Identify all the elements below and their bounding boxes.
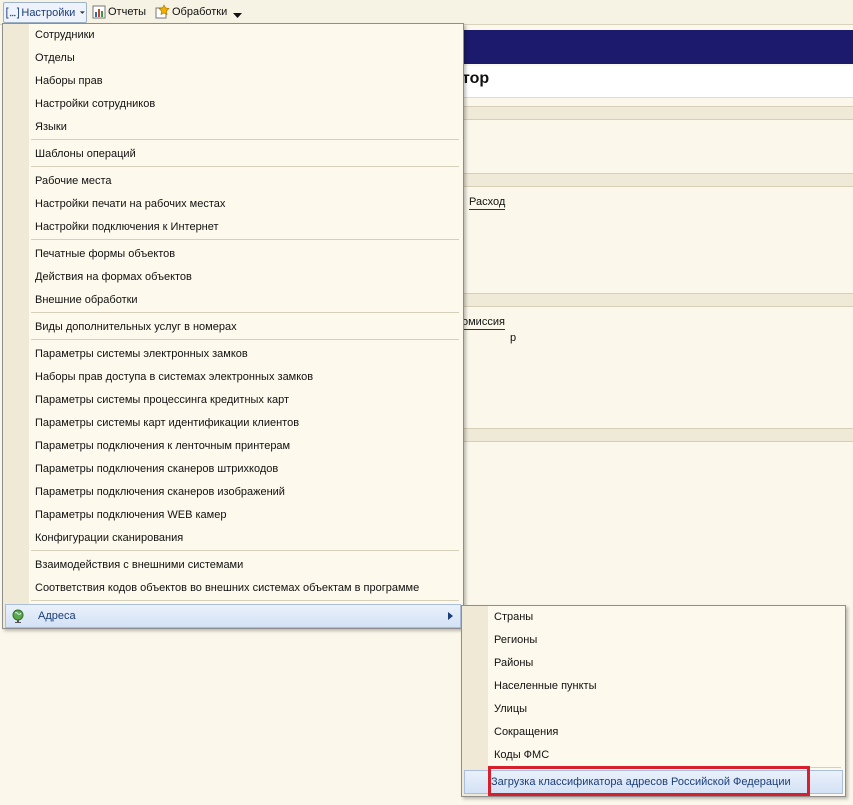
settings-menu-item[interactable]: Параметры системы электронных замков xyxy=(3,343,463,366)
menu-separator xyxy=(31,312,459,313)
settings-menu-item[interactable]: Параметры подключения к ленточным принте… xyxy=(3,435,463,458)
addresses-submenu-item[interactable]: Коды ФМС xyxy=(462,744,845,767)
settings-menu-item[interactable]: Внешние обработки xyxy=(3,289,463,312)
settings-menu-item[interactable]: Взаимодействия с внешними системами xyxy=(3,554,463,577)
menu-settings[interactable]: Настройки xyxy=(3,2,87,23)
settings-menu-item[interactable]: Виды дополнительных услуг в номерах xyxy=(3,316,463,339)
form-title-bar: тор xyxy=(462,66,853,98)
settings-menu-item[interactable]: Параметры подключения сканеров штрихкодо… xyxy=(3,458,463,481)
settings-menu-item[interactable]: Печатные формы объектов xyxy=(3,243,463,266)
menu-processing-label: Обработки xyxy=(172,5,228,18)
settings-menu-item[interactable]: Шаблоны операций xyxy=(3,143,463,166)
settings-menu-item[interactable]: Языки xyxy=(3,116,463,139)
addresses-submenu-item[interactable]: Районы xyxy=(462,652,845,675)
addresses-submenu-item[interactable]: Сокращения xyxy=(462,721,845,744)
settings-dropdown: Сотрудники Отделы Наборы прав Настройки сот… xyxy=(2,23,464,629)
settings-menu-item[interactable]: Параметры подключения WEB камер xyxy=(3,504,463,527)
settings-menu-item[interactable]: Отделы xyxy=(3,47,463,70)
menu-processing[interactable]: Обработки xyxy=(155,2,243,21)
main-menubar: Настройки Отчеты Обработки xyxy=(0,0,853,25)
section-divider xyxy=(462,173,853,187)
commission-column-header: омиссия xyxy=(462,316,505,330)
settings-menu-item[interactable]: Настройки подключения к Интернет xyxy=(3,216,463,239)
processing-icon xyxy=(155,4,170,19)
section-divider xyxy=(462,428,853,442)
globe-icon xyxy=(12,609,24,623)
settings-menu-item[interactable]: Наборы прав xyxy=(3,70,463,93)
settings-menu-item[interactable]: Параметры системы карт идентификации кли… xyxy=(3,412,463,435)
addresses-submenu-item[interactable]: Страны xyxy=(462,606,845,629)
addresses-submenu: Страны Регионы Районы Населенные пункты Улиц… xyxy=(461,605,846,797)
settings-icon xyxy=(6,6,20,19)
menu-separator xyxy=(31,550,459,551)
chevron-down-icon xyxy=(80,10,86,14)
addresses-submenu-item[interactable]: Регионы xyxy=(462,629,845,652)
settings-menu-item[interactable]: Соответствия кодов объектов во внешних с… xyxy=(3,577,463,600)
settings-menu-item[interactable]: Параметры подключения сканеров изображен… xyxy=(3,481,463,504)
menu-separator xyxy=(31,239,459,240)
report-icon xyxy=(92,5,106,18)
menu-separator xyxy=(31,139,459,140)
expense-column-header: Расход xyxy=(469,196,506,210)
settings-menu-item[interactable]: Параметры системы процессинга кредитных … xyxy=(3,389,463,412)
form-header-band xyxy=(462,30,853,64)
menu-reports[interactable]: Отчеты xyxy=(92,2,146,21)
addresses-submenu-item[interactable]: Улицы xyxy=(462,698,845,721)
menu-item-addresses[interactable]: Адреса xyxy=(5,604,461,628)
menu-settings-label: Настройки xyxy=(21,6,76,19)
menu-reports-label: Отчеты xyxy=(108,5,147,18)
settings-menu-item[interactable]: Рабочие места xyxy=(3,170,463,193)
settings-menu-item[interactable]: Наборы прав доступа в системах электронн… xyxy=(3,366,463,389)
highlight-frame xyxy=(488,766,810,796)
settings-menu-item[interactable]: Настройки печати на рабочих местах xyxy=(3,193,463,216)
settings-menu-item[interactable]: Настройки сотрудников xyxy=(3,93,463,116)
menu-separator xyxy=(31,600,459,601)
section-divider xyxy=(462,106,853,120)
chevron-down-icon xyxy=(233,12,243,18)
menu-separator xyxy=(31,166,459,167)
addresses-submenu-item[interactable]: Населенные пункты xyxy=(462,675,845,698)
form-title: тор xyxy=(462,70,490,87)
section-divider xyxy=(462,293,853,307)
settings-menu-item[interactable]: Сотрудники xyxy=(3,24,463,47)
settings-menu-item[interactable]: Действия на формах объектов xyxy=(3,266,463,289)
settings-menu-item[interactable]: Конфигурации сканирования xyxy=(3,527,463,550)
currency-label: р xyxy=(510,332,517,344)
menu-separator xyxy=(31,339,459,340)
chevron-right-icon xyxy=(448,612,453,620)
menu-item-addresses-label: Адреса xyxy=(38,610,76,622)
